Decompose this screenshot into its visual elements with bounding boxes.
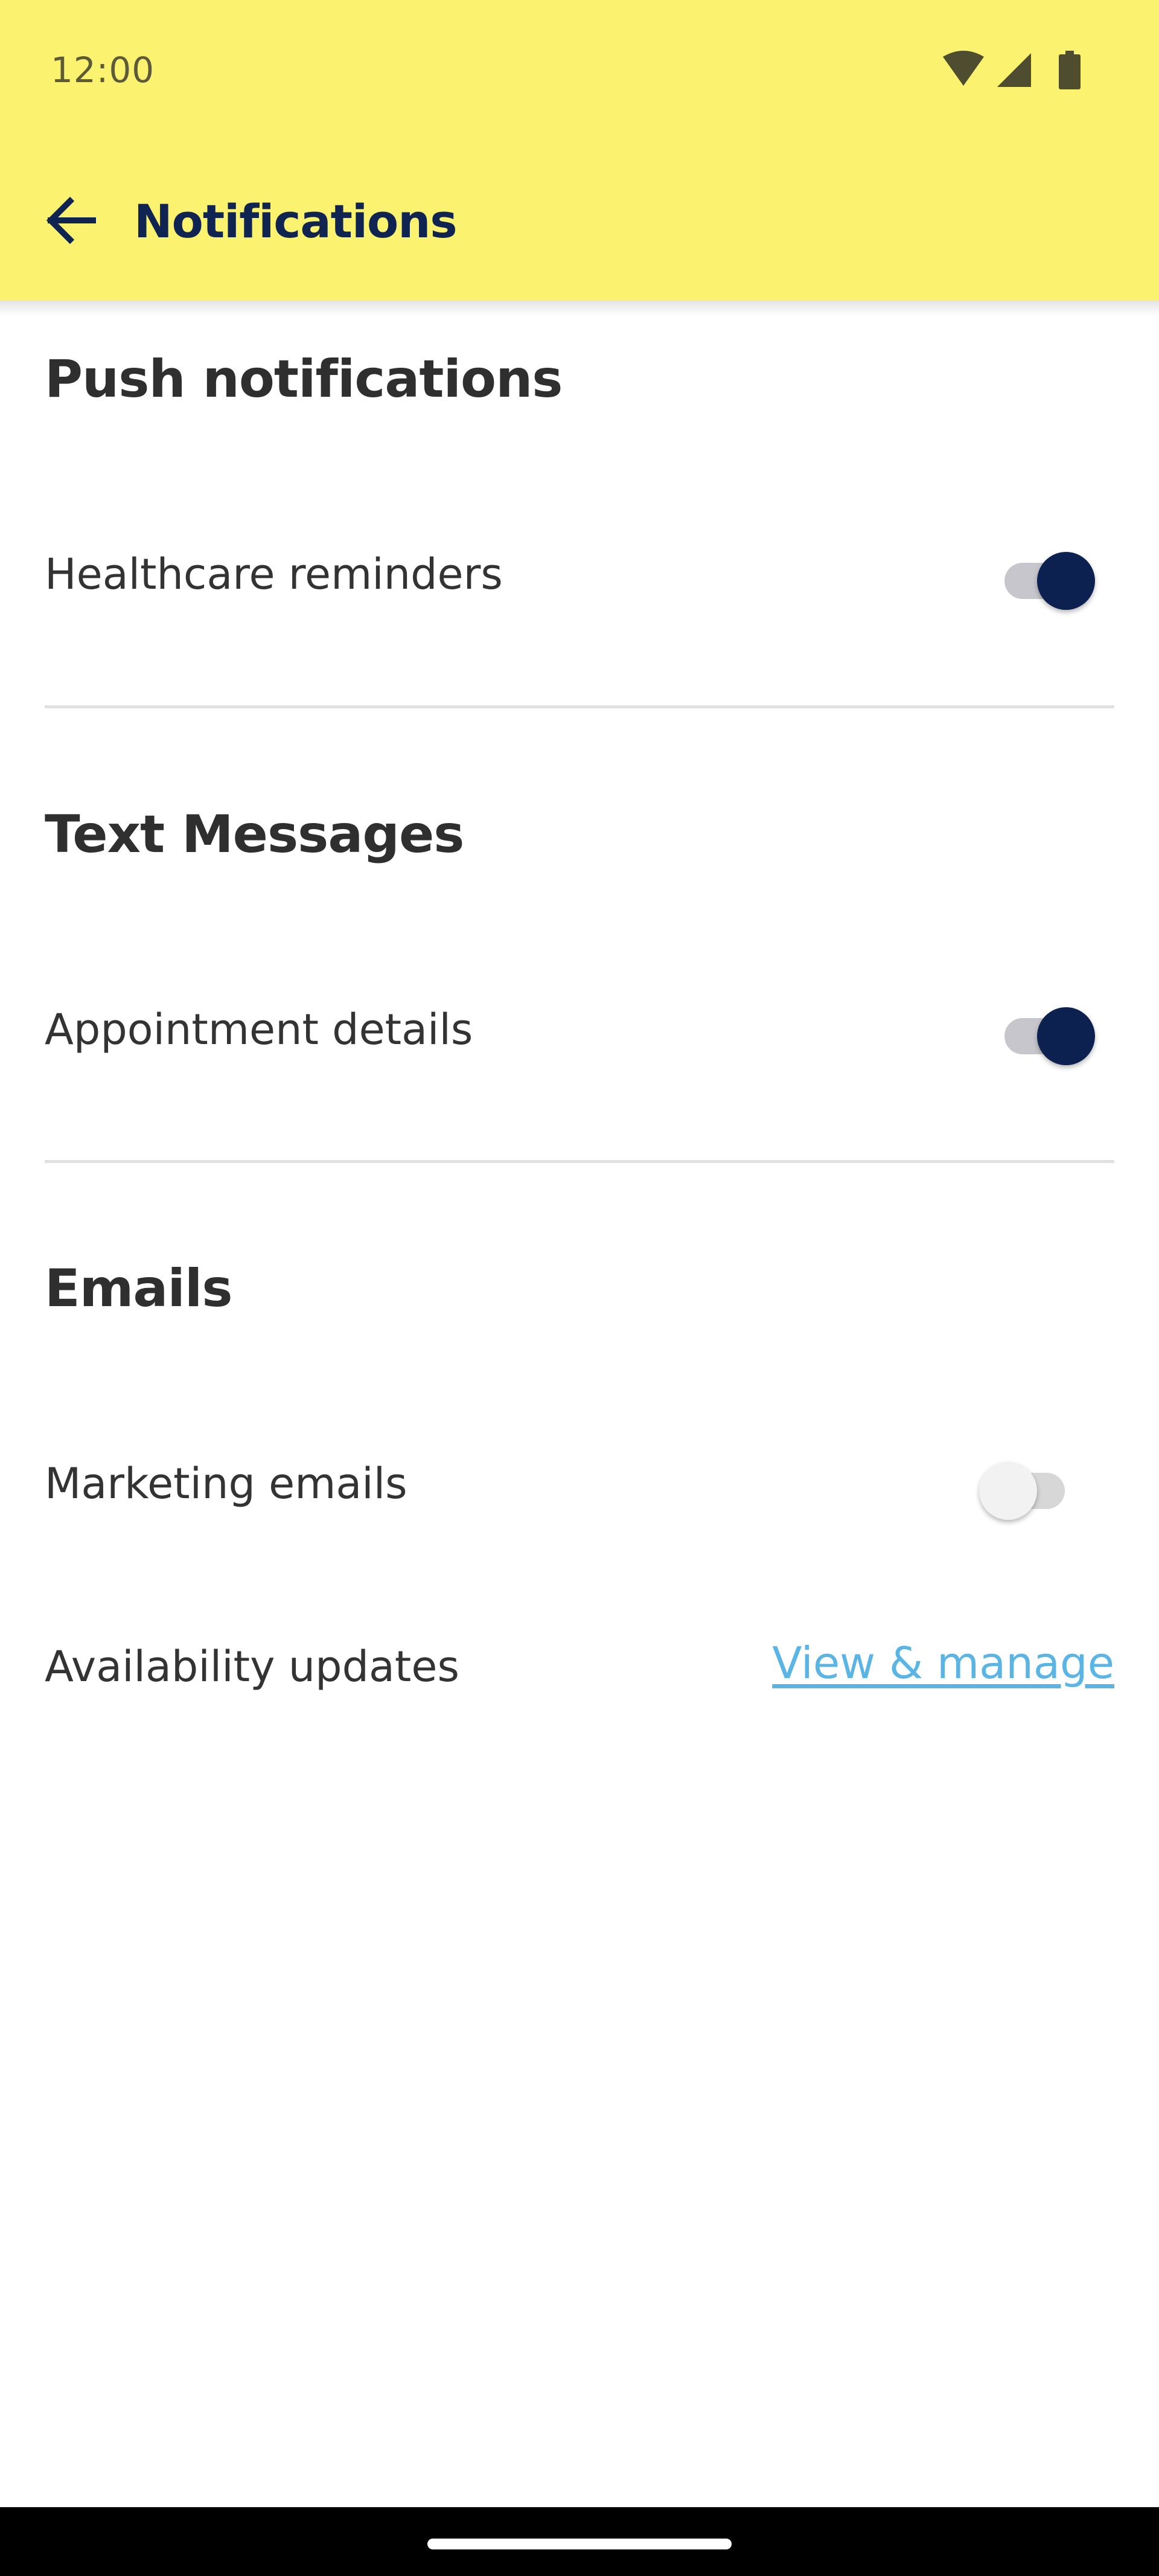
marketing-emails-label: Marketing emails <box>45 1459 407 1508</box>
battery-icon <box>1059 51 1081 89</box>
healthcare-reminders-toggle[interactable] <box>996 541 1095 610</box>
wifi-icon <box>943 51 984 86</box>
healthcare-reminders-label: Healthcare reminders <box>45 549 503 599</box>
section-title-push-notifications: Push notifications <box>45 349 563 409</box>
section-divider <box>45 1160 1114 1163</box>
cellular-signal-icon <box>997 53 1031 87</box>
section-title-text-messages: Text Messages <box>45 804 464 865</box>
arrow-left-icon <box>46 196 96 245</box>
toggle-thumb <box>1037 1007 1095 1065</box>
page-title: Notifications <box>134 194 458 248</box>
appointment-details-toggle[interactable] <box>996 996 1095 1065</box>
marketing-emails-toggle[interactable] <box>979 1451 1078 1520</box>
home-gesture-handle[interactable] <box>427 2539 732 2549</box>
back-button[interactable] <box>37 187 104 254</box>
section-title-emails: Emails <box>45 1258 233 1319</box>
view-manage-link[interactable]: View & manage <box>772 1638 1114 1688</box>
appointment-details-label: Appointment details <box>45 1005 473 1054</box>
toggle-thumb <box>1037 552 1095 610</box>
app-bar <box>0 0 1159 300</box>
toggle-thumb <box>979 1462 1037 1520</box>
status-time: 12:00 <box>51 50 155 91</box>
section-divider <box>45 705 1114 708</box>
availability-updates-label: Availability updates <box>45 1642 459 1691</box>
app-bar-shadow <box>0 300 1159 316</box>
